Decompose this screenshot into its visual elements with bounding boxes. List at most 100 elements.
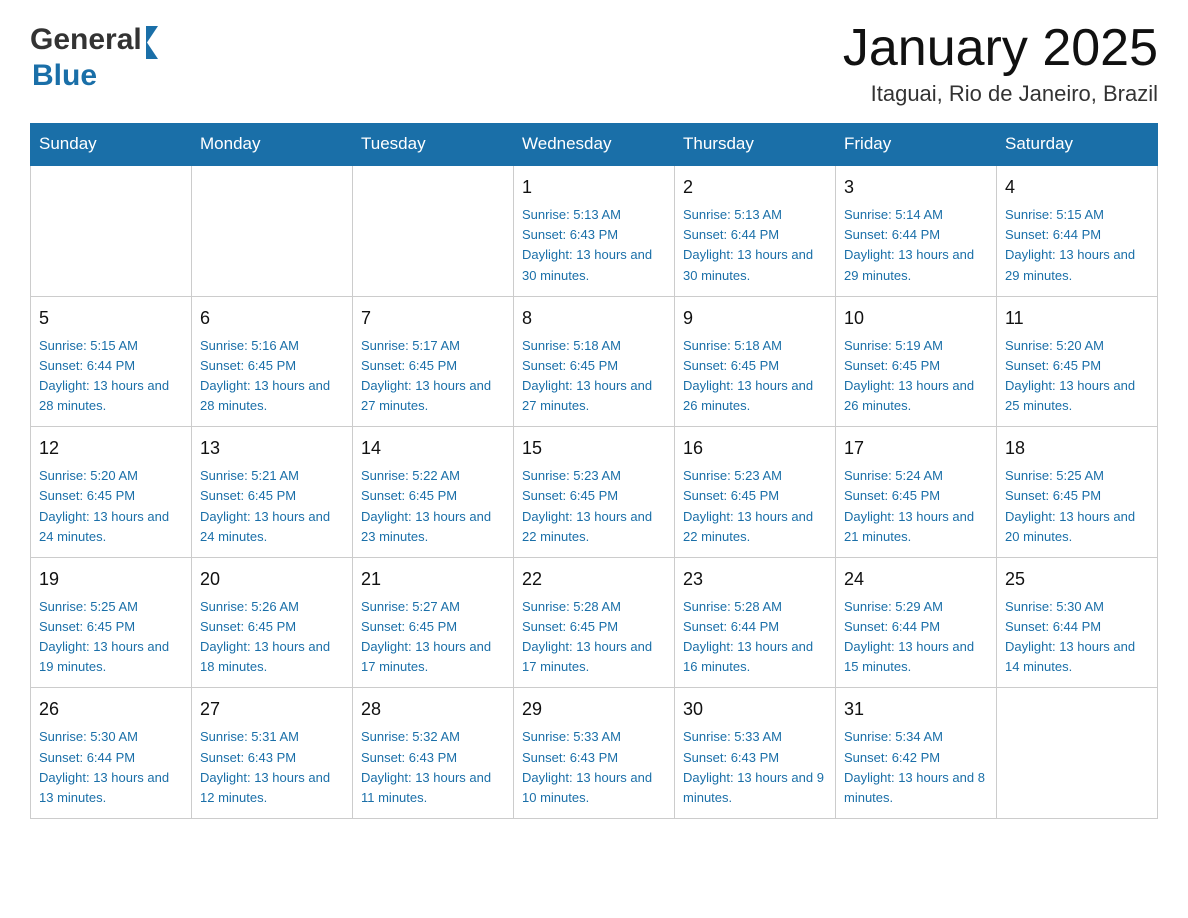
day-info: Sunrise: 5:14 AMSunset: 6:44 PMDaylight:… [844,205,988,286]
logo-row2: Blue [32,59,97,93]
week-row-5: 26 Sunrise: 5:30 AMSunset: 6:44 PMDayligh… [31,688,1158,819]
day-number: 3 [844,174,988,201]
day-number: 21 [361,566,505,593]
calendar-cell: 28Sunrise: 5:32 AMSunset: 6:43 PMDayligh… [353,688,514,819]
day-info: Sunrise: 5:30 AMSunset: 6:44 PMDaylight:… [39,727,183,808]
day-number: 9 [683,305,827,332]
calendar-cell: 12 Sunrise: 5:20 AMSunset: 6:45 PMDayligh… [31,427,192,558]
calendar-cell: 18Sunrise: 5:25 AMSunset: 6:45 PMDayligh… [997,427,1158,558]
calendar-cell: 13Sunrise: 5:21 AMSunset: 6:45 PMDayligh… [192,427,353,558]
calendar-cell: 9 Sunrise: 5:18 AMSunset: 6:45 PMDaylight… [675,296,836,427]
calendar-cell [31,165,192,296]
day-number: 12 [39,435,183,462]
day-info: Sunrise: 5:19 AMSunset: 6:45 PMDaylight:… [844,336,988,417]
calendar-cell: 6 Sunrise: 5:16 AMSunset: 6:45 PMDaylight… [192,296,353,427]
calendar-body: 1 Sunrise: 5:13 AMSunset: 6:43 PMDaylight… [31,165,1158,818]
day-number: 7 [361,305,505,332]
calendar-title: January 2025 [843,20,1158,77]
day-info: Sunrise: 5:30 AMSunset: 6:44 PMDaylight:… [1005,597,1149,678]
calendar-cell: 27Sunrise: 5:31 AMSunset: 6:43 PMDayligh… [192,688,353,819]
day-number: 20 [200,566,344,593]
calendar-cell: 11 Sunrise: 5:20 AMSunset: 6:45 PMDayligh… [997,296,1158,427]
day-info: Sunrise: 5:17 AMSunset: 6:45 PMDaylight:… [361,336,505,417]
day-info: Sunrise: 5:26 AMSunset: 6:45 PMDaylight:… [200,597,344,678]
header-day-tuesday: Tuesday [353,124,514,166]
day-info: Sunrise: 5:28 AMSunset: 6:45 PMDaylight:… [522,597,666,678]
day-number: 8 [522,305,666,332]
logo-general-text: General [30,23,142,57]
day-info: Sunrise: 5:33 AMSunset: 6:43 PMDaylight:… [522,727,666,808]
week-row-3: 12 Sunrise: 5:20 AMSunset: 6:45 PMDayligh… [31,427,1158,558]
day-number: 31 [844,696,988,723]
day-number: 22 [522,566,666,593]
day-info: Sunrise: 5:20 AMSunset: 6:45 PMDaylight:… [1005,336,1149,417]
day-info: Sunrise: 5:15 AMSunset: 6:44 PMDaylight:… [1005,205,1149,286]
day-info: Sunrise: 5:34 AMSunset: 6:42 PMDaylight:… [844,727,988,808]
calendar-cell [353,165,514,296]
day-number: 16 [683,435,827,462]
day-number: 26 [39,696,183,723]
week-row-2: 5 Sunrise: 5:15 AMSunset: 6:44 PMDaylight… [31,296,1158,427]
day-info: Sunrise: 5:28 AMSunset: 6:44 PMDaylight:… [683,597,827,678]
calendar-cell: 10 Sunrise: 5:19 AMSunset: 6:45 PMDayligh… [836,296,997,427]
day-number: 15 [522,435,666,462]
day-number: 10 [844,305,988,332]
day-info: Sunrise: 5:33 AMSunset: 6:43 PMDaylight:… [683,727,827,808]
calendar-cell: 16 Sunrise: 5:23 AMSunset: 6:45 PMDayligh… [675,427,836,558]
day-number: 29 [522,696,666,723]
header-day-sunday: Sunday [31,124,192,166]
day-number: 4 [1005,174,1149,201]
calendar-cell: 4 Sunrise: 5:15 AMSunset: 6:44 PMDaylight… [997,165,1158,296]
week-row-4: 19 Sunrise: 5:25 AMSunset: 6:45 PMDayligh… [31,557,1158,688]
day-info: Sunrise: 5:29 AMSunset: 6:44 PMDaylight:… [844,597,988,678]
day-info: Sunrise: 5:16 AMSunset: 6:45 PMDaylight:… [200,336,344,417]
day-number: 18 [1005,435,1149,462]
day-info: Sunrise: 5:23 AMSunset: 6:45 PMDaylight:… [683,466,827,547]
day-info: Sunrise: 5:32 AMSunset: 6:43 PMDaylight:… [361,727,505,808]
calendar-cell: 3 Sunrise: 5:14 AMSunset: 6:44 PMDaylight… [836,165,997,296]
calendar-cell: 15 Sunrise: 5:23 AMSunset: 6:45 PMDayligh… [514,427,675,558]
logo: General Blue [30,20,158,93]
day-info: Sunrise: 5:18 AMSunset: 6:45 PMDaylight:… [522,336,666,417]
calendar-cell: 24 Sunrise: 5:29 AMSunset: 6:44 PMDayligh… [836,557,997,688]
calendar-cell: 5 Sunrise: 5:15 AMSunset: 6:44 PMDaylight… [31,296,192,427]
calendar-cell: 7 Sunrise: 5:17 AMSunset: 6:45 PMDaylight… [353,296,514,427]
day-info: Sunrise: 5:22 AMSunset: 6:45 PMDaylight:… [361,466,505,547]
calendar-cell: 26 Sunrise: 5:30 AMSunset: 6:44 PMDayligh… [31,688,192,819]
header-row: SundayMondayTuesdayWednesdayThursdayFrid… [31,124,1158,166]
calendar-cell: 22 Sunrise: 5:28 AMSunset: 6:45 PMDayligh… [514,557,675,688]
day-number: 6 [200,305,344,332]
day-info: Sunrise: 5:24 AMSunset: 6:45 PMDaylight:… [844,466,988,547]
day-info: Sunrise: 5:20 AMSunset: 6:45 PMDaylight:… [39,466,183,547]
day-number: 24 [844,566,988,593]
calendar-cell: 21 Sunrise: 5:27 AMSunset: 6:45 PMDayligh… [353,557,514,688]
day-number: 5 [39,305,183,332]
day-info: Sunrise: 5:23 AMSunset: 6:45 PMDaylight:… [522,466,666,547]
calendar-cell: 2 Sunrise: 5:13 AMSunset: 6:44 PMDaylight… [675,165,836,296]
day-number: 19 [39,566,183,593]
day-number: 14 [361,435,505,462]
calendar-cell: 14 Sunrise: 5:22 AMSunset: 6:45 PMDayligh… [353,427,514,558]
day-info: Sunrise: 5:13 AMSunset: 6:44 PMDaylight:… [683,205,827,286]
calendar-cell: 17 Sunrise: 5:24 AMSunset: 6:45 PMDayligh… [836,427,997,558]
day-info: Sunrise: 5:27 AMSunset: 6:45 PMDaylight:… [361,597,505,678]
header-day-monday: Monday [192,124,353,166]
calendar-cell: 25Sunrise: 5:30 AMSunset: 6:44 PMDayligh… [997,557,1158,688]
calendar-cell: 23Sunrise: 5:28 AMSunset: 6:44 PMDayligh… [675,557,836,688]
day-info: Sunrise: 5:25 AMSunset: 6:45 PMDaylight:… [39,597,183,678]
header-day-friday: Friday [836,124,997,166]
day-info: Sunrise: 5:31 AMSunset: 6:43 PMDaylight:… [200,727,344,808]
day-number: 1 [522,174,666,201]
page-header: General Blue January 2025 Itaguai, Rio d… [30,20,1158,107]
calendar-cell: 8 Sunrise: 5:18 AMSunset: 6:45 PMDaylight… [514,296,675,427]
day-number: 17 [844,435,988,462]
calendar-cell: 1 Sunrise: 5:13 AMSunset: 6:43 PMDaylight… [514,165,675,296]
header-day-thursday: Thursday [675,124,836,166]
day-info: Sunrise: 5:15 AMSunset: 6:44 PMDaylight:… [39,336,183,417]
day-number: 11 [1005,305,1149,332]
day-info: Sunrise: 5:13 AMSunset: 6:43 PMDaylight:… [522,205,666,286]
calendar-subtitle: Itaguai, Rio de Janeiro, Brazil [843,81,1158,107]
day-number: 2 [683,174,827,201]
calendar-cell: 31 Sunrise: 5:34 AMSunset: 6:42 PMDayligh… [836,688,997,819]
day-info: Sunrise: 5:18 AMSunset: 6:45 PMDaylight:… [683,336,827,417]
